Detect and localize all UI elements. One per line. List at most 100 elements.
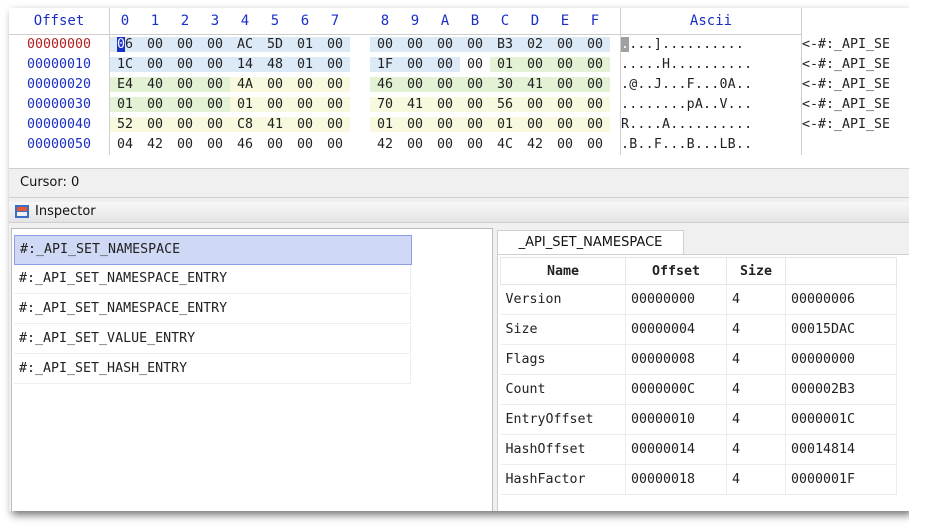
- hex-byte[interactable]: 70: [370, 97, 400, 112]
- hex-byte[interactable]: 41: [260, 117, 290, 132]
- hex-byte[interactable]: 00: [400, 57, 430, 72]
- hex-byte[interactable]: 00: [320, 37, 350, 52]
- hex-byte[interactable]: 00: [370, 37, 400, 52]
- hex-byte[interactable]: 00: [550, 97, 580, 112]
- hex-byte[interactable]: 40: [140, 77, 170, 92]
- hex-byte[interactable]: 00: [320, 77, 350, 92]
- hex-byte[interactable]: 00: [140, 37, 170, 52]
- hex-byte[interactable]: 00: [260, 77, 290, 92]
- list-item[interactable]: #:_API_SET_VALUE_ENTRY: [14, 325, 411, 354]
- hex-byte[interactable]: 00: [200, 57, 230, 72]
- hex-byte[interactable]: 00: [200, 137, 230, 152]
- hex-byte[interactable]: 00: [320, 97, 350, 112]
- row-ascii[interactable]: R....A..........: [620, 114, 802, 135]
- offset-column-header[interactable]: Offset: [625, 257, 727, 285]
- hex-byte[interactable]: 42: [370, 137, 400, 152]
- hex-byte[interactable]: 00: [430, 117, 460, 132]
- hex-byte[interactable]: 00: [320, 57, 350, 72]
- row-ascii[interactable]: ....]..........: [620, 34, 802, 55]
- hex-byte[interactable]: 01: [490, 57, 520, 72]
- hex-byte[interactable]: 00: [290, 137, 320, 152]
- hex-byte[interactable]: 00: [260, 137, 290, 152]
- hex-byte[interactable]: 41: [400, 97, 430, 112]
- hex-byte[interactable]: 00: [430, 77, 460, 92]
- hex-byte[interactable]: C8: [230, 117, 260, 132]
- hex-byte[interactable]: 00: [550, 57, 580, 72]
- hex-byte[interactable]: 00: [290, 117, 320, 132]
- field-row[interactable]: EntryOffset 00000010 4 0000001C: [500, 404, 897, 435]
- hex-byte[interactable]: 00: [200, 77, 230, 92]
- hex-byte[interactable]: 01: [230, 97, 260, 112]
- hex-byte[interactable]: 00: [200, 117, 230, 132]
- name-column-header[interactable]: Name: [500, 257, 626, 285]
- hex-byte[interactable]: 02: [520, 37, 550, 52]
- hex-byte[interactable]: 00: [400, 117, 430, 132]
- row-ascii[interactable]: .@..J...F...0A..: [620, 74, 802, 95]
- list-item[interactable]: #:_API_SET_NAMESPACE_ENTRY: [14, 295, 411, 324]
- hex-byte[interactable]: 00: [460, 97, 490, 112]
- hex-view[interactable]: Offset 0123456789ABCDEF Ascii 00000000 06…: [9, 8, 909, 168]
- hex-byte[interactable]: 00: [140, 57, 170, 72]
- list-item[interactable]: #:_API_SET_HASH_ENTRY: [14, 355, 411, 384]
- hex-byte[interactable]: 00: [320, 137, 350, 152]
- hex-byte[interactable]: 00: [460, 137, 490, 152]
- hex-byte[interactable]: 00: [140, 117, 170, 132]
- field-row[interactable]: Size 00000004 4 00015DAC: [500, 314, 897, 345]
- hex-byte[interactable]: 1F: [370, 57, 400, 72]
- hex-byte[interactable]: 00: [290, 97, 320, 112]
- hex-byte[interactable]: 00: [580, 77, 610, 92]
- hex-byte[interactable]: 00: [320, 117, 350, 132]
- hex-byte[interactable]: 56: [490, 97, 520, 112]
- hex-byte[interactable]: 01: [490, 117, 520, 132]
- hex-byte[interactable]: 48: [260, 57, 290, 72]
- field-row[interactable]: Flags 00000008 4 00000000: [500, 344, 897, 375]
- hex-byte[interactable]: 00: [580, 57, 610, 72]
- hex-byte[interactable]: 1C: [110, 57, 140, 72]
- hex-byte[interactable]: 00: [140, 97, 170, 112]
- hex-byte[interactable]: B3: [490, 37, 520, 52]
- hex-byte[interactable]: E4: [110, 77, 140, 92]
- hex-byte[interactable]: 01: [290, 37, 320, 52]
- hex-byte[interactable]: 00: [170, 57, 200, 72]
- hex-byte[interactable]: 52: [110, 117, 140, 132]
- row-ascii[interactable]: .B..F...B...LB..: [620, 134, 802, 155]
- hex-byte[interactable]: 00: [460, 117, 490, 132]
- hex-byte[interactable]: 00: [290, 77, 320, 92]
- hex-byte[interactable]: 00: [430, 137, 460, 152]
- hex-byte[interactable]: 00: [170, 37, 200, 52]
- hex-byte[interactable]: 41: [520, 77, 550, 92]
- hex-byte[interactable]: 4A: [230, 77, 260, 92]
- hex-byte[interactable]: 46: [370, 77, 400, 92]
- hex-byte[interactable]: AC: [230, 37, 260, 52]
- hex-byte[interactable]: 06: [110, 37, 140, 52]
- hex-byte[interactable]: 01: [110, 97, 140, 112]
- hex-byte[interactable]: 00: [550, 37, 580, 52]
- tab-api-set-namespace[interactable]: _API_SET_NAMESPACE: [497, 230, 684, 255]
- hex-byte[interactable]: 00: [260, 97, 290, 112]
- hex-byte[interactable]: 00: [430, 57, 460, 72]
- hex-byte[interactable]: 00: [520, 57, 550, 72]
- hex-byte[interactable]: 42: [140, 137, 170, 152]
- hex-byte[interactable]: 00: [170, 97, 200, 112]
- value-column-header[interactable]: [785, 257, 897, 285]
- field-row[interactable]: HashFactor 00000018 4 0000001F: [500, 464, 897, 495]
- hex-byte[interactable]: 00: [200, 37, 230, 52]
- hex-byte[interactable]: 00: [460, 37, 490, 52]
- hex-byte[interactable]: 00: [580, 97, 610, 112]
- hex-byte[interactable]: 00: [580, 37, 610, 52]
- hex-byte[interactable]: 00: [400, 137, 430, 152]
- hex-byte[interactable]: 00: [430, 37, 460, 52]
- hex-byte[interactable]: 00: [400, 77, 430, 92]
- hex-byte[interactable]: 00: [170, 77, 200, 92]
- row-ascii[interactable]: ........pA..V...: [620, 94, 802, 115]
- hex-byte[interactable]: 00: [580, 137, 610, 152]
- hex-byte[interactable]: 00: [430, 97, 460, 112]
- hex-byte[interactable]: 04: [110, 137, 140, 152]
- hex-byte[interactable]: 5D: [260, 37, 290, 52]
- hex-byte[interactable]: 00: [460, 77, 490, 92]
- field-row[interactable]: Version 00000000 4 00000006: [500, 284, 897, 315]
- hex-byte[interactable]: 00: [200, 97, 230, 112]
- field-row[interactable]: Count 0000000C 4 000002B3: [500, 374, 897, 405]
- hex-byte[interactable]: 01: [370, 117, 400, 132]
- hex-byte[interactable]: 30: [490, 77, 520, 92]
